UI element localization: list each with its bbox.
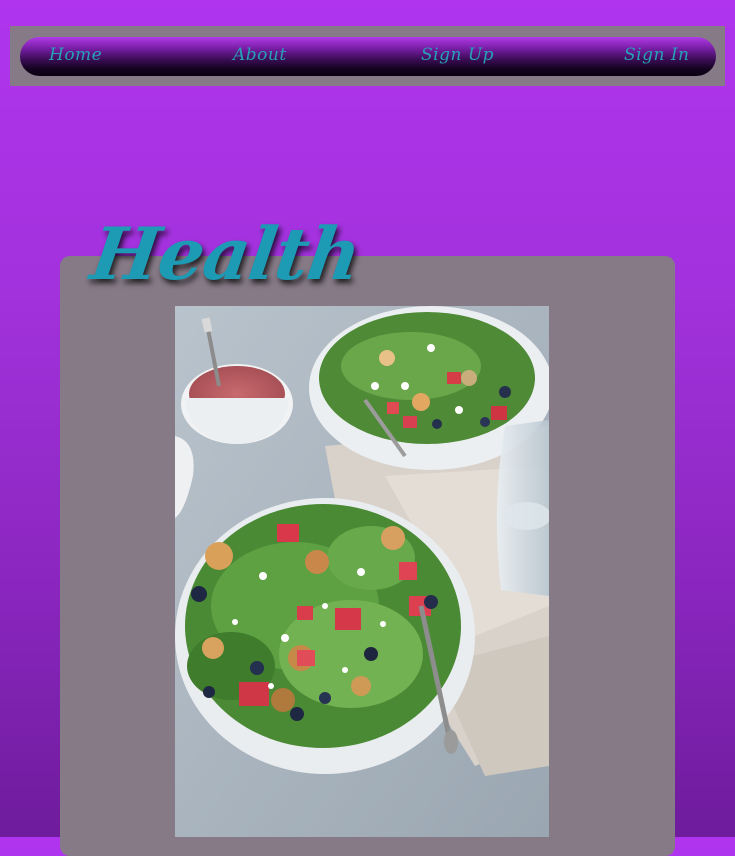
nav-bar [20, 37, 716, 76]
salad-image [175, 306, 549, 837]
nav-link-about[interactable]: About [233, 45, 287, 65]
nav-link-sign-up[interactable]: Sign Up [421, 45, 494, 65]
nav-link-sign-in[interactable]: Sign In [624, 45, 689, 65]
nav-link-home[interactable]: Home [49, 45, 102, 65]
page-heading: Health [86, 211, 366, 296]
